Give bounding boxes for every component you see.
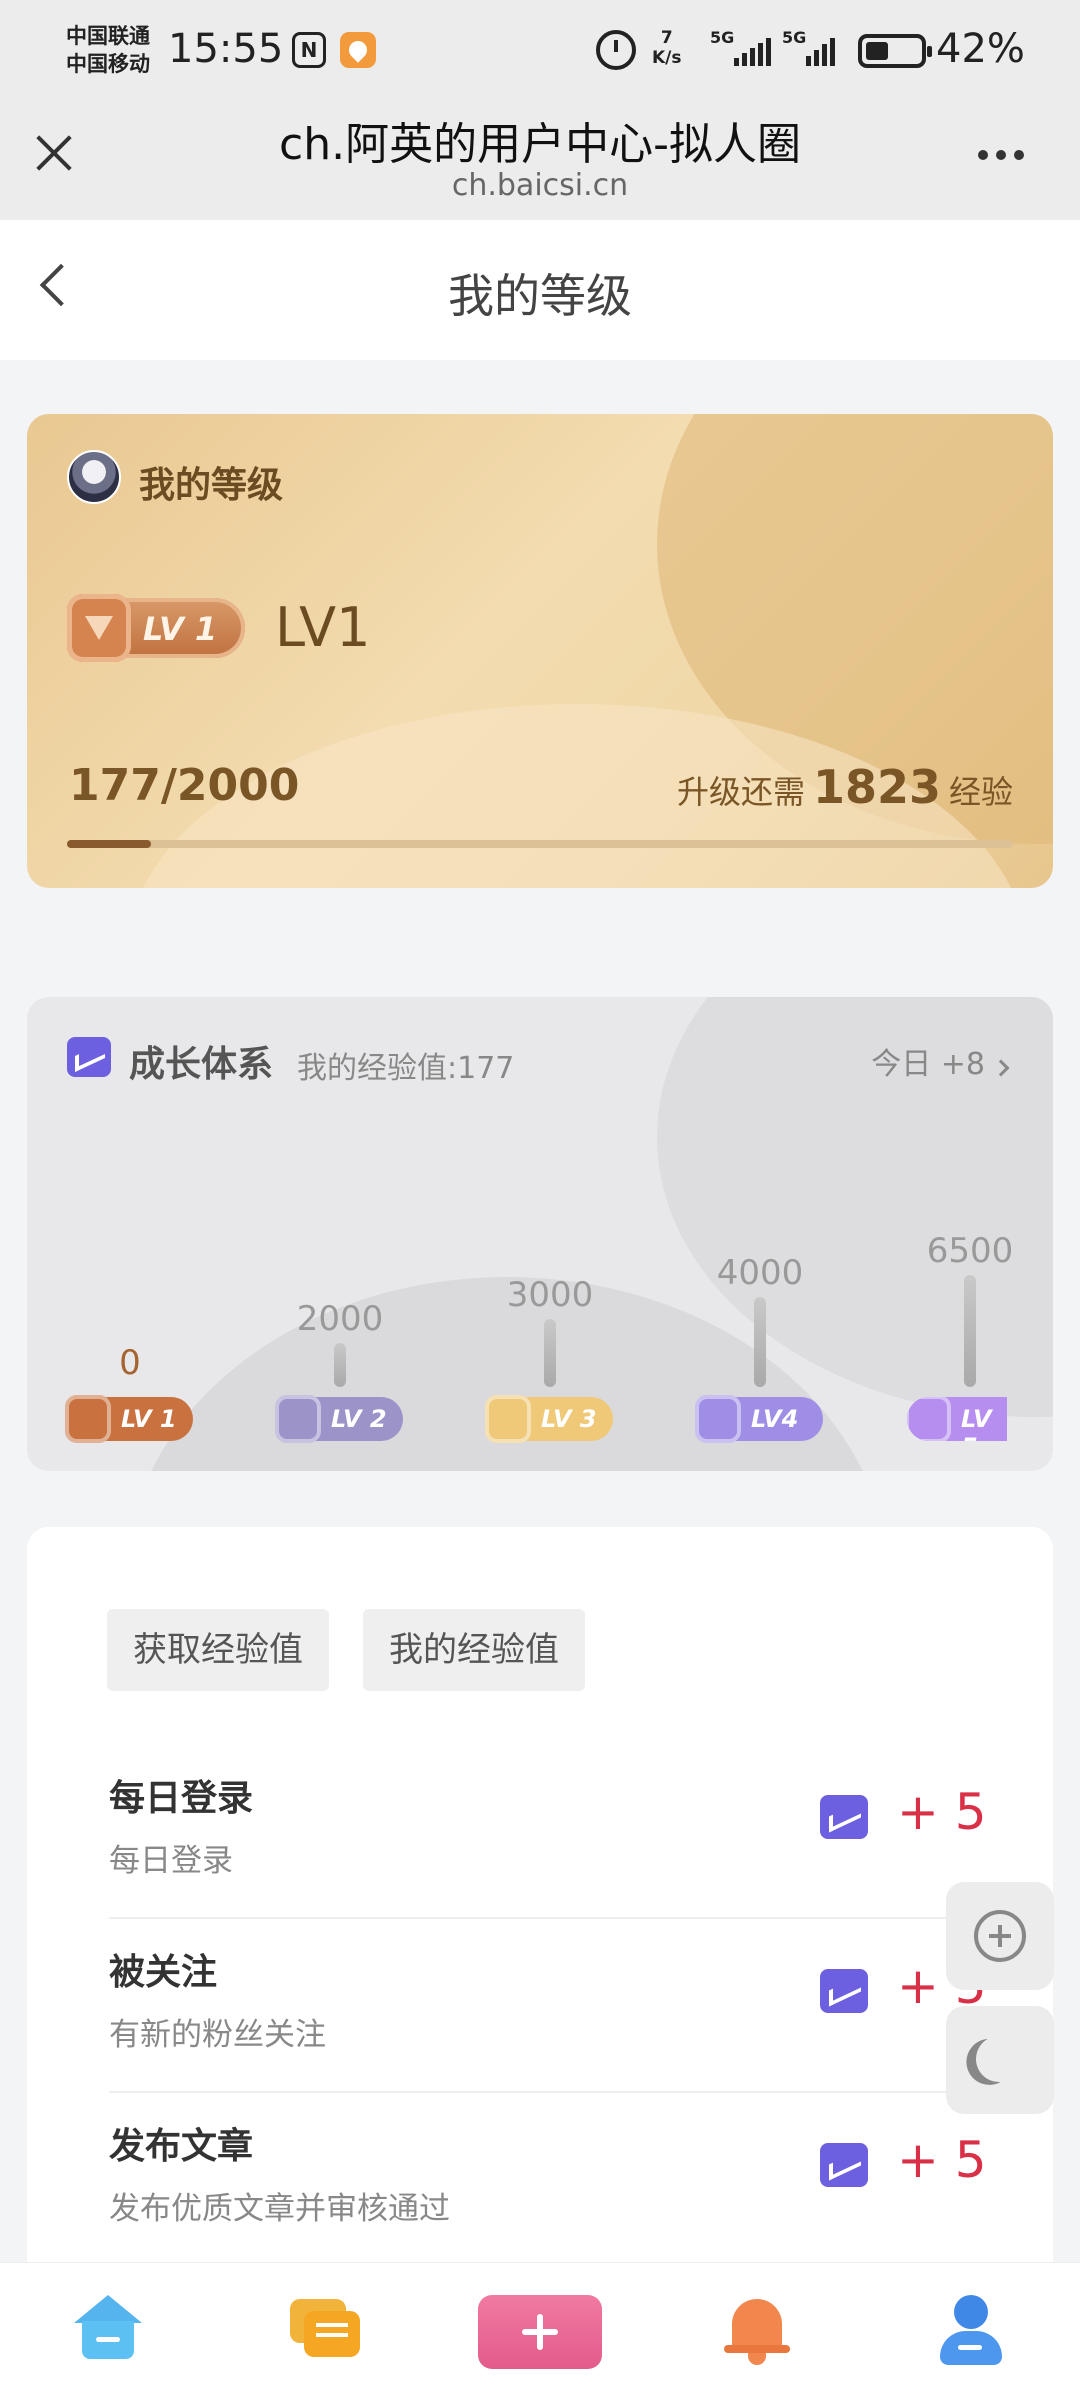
- moon-icon: [970, 2030, 1029, 2089]
- today-exp-link[interactable]: 今日 +8: [871, 1039, 1010, 1083]
- level-card: 我的等级 LV 1 LV1 177/2000 升级还需 1823 经验: [27, 414, 1053, 888]
- tab-my-exp[interactable]: 我的经验值: [363, 1609, 585, 1691]
- bottom-navigation: [0, 2262, 1080, 2400]
- signal-bars-1-icon: [734, 38, 771, 66]
- tab-get-exp[interactable]: 获取经验值: [107, 1609, 329, 1691]
- level-badge: LV 2: [275, 1395, 403, 1443]
- list-item: 每日登录 每日登录 + 5: [109, 1745, 1009, 1919]
- exp-chart-icon: [820, 1969, 868, 2013]
- avatar[interactable]: [67, 450, 121, 504]
- signal-bars-2-icon: [806, 38, 835, 66]
- exp-needed: 升级还需 1823 经验: [676, 760, 1013, 814]
- notifications-bell-icon[interactable]: [718, 2293, 798, 2373]
- add-floating-button[interactable]: [946, 1882, 1054, 1990]
- app-header: 我的等级: [0, 220, 1080, 360]
- carrier-2: 中国移动: [66, 52, 150, 76]
- list-item: 发布文章 发布优质文章并审核通过 + 5: [109, 2093, 1009, 2267]
- nfc-icon: N: [292, 32, 326, 68]
- dark-mode-button[interactable]: [946, 2006, 1054, 2114]
- carrier-1: 中国联通: [66, 24, 150, 48]
- status-time: 15:55: [168, 26, 284, 72]
- network-speed: 7 K/s: [652, 28, 682, 68]
- level-badge-label: LV 1: [143, 610, 218, 648]
- status-bar: 中国联通 中国移动 15:55 N 7 K/s 5G 5G 42%: [0, 0, 1080, 100]
- bronze-gem-icon: [67, 594, 131, 662]
- level-milestone: 0: [65, 1343, 195, 1383]
- exp-chart-icon: [820, 1795, 868, 1839]
- exp-list-card: 获取经验值 我的经验值 每日登录 每日登录 + 5 被关注 有新的粉丝关注 + …: [27, 1527, 1053, 2287]
- level-progress-fill: [67, 840, 151, 848]
- milestone-pillar: [754, 1297, 766, 1387]
- item-desc: 发布优质文章并审核通过: [109, 2191, 450, 2227]
- milestone-pillar: [544, 1319, 556, 1387]
- level-badge-label: LV 1: [121, 1405, 177, 1433]
- growth-chart-icon: [67, 1037, 111, 1077]
- browser-url: ch.baicsi.cn: [451, 168, 629, 203]
- home-icon[interactable]: [68, 2293, 148, 2373]
- page-title: 我的等级: [448, 269, 632, 323]
- carrier-info: 中国联通 中国移动: [66, 22, 150, 78]
- alarm-icon: [596, 30, 636, 70]
- level-badge: LV4: [695, 1395, 823, 1443]
- item-points: + 5: [897, 2131, 987, 2189]
- browser-bar: ch.阿英的用户中心-拟人圈 ch.baicsi.cn: [0, 100, 1080, 220]
- create-post-button[interactable]: [478, 2295, 602, 2369]
- level-badge: LV 5: [907, 1397, 1007, 1441]
- level-gem-icon: [485, 1395, 531, 1443]
- milestone-value: 2000: [296, 1299, 384, 1339]
- growth-system-card: 成长体系 我的经验值:177 今日 +8 0 LV 1 2000 LV 2 3000 LV…: [27, 997, 1053, 1471]
- level-milestone: 3000: [485, 1275, 615, 1387]
- level-milestone: 6500: [905, 1231, 1035, 1387]
- level-badge: LV 1: [65, 1395, 193, 1443]
- level-milestone: 4000: [695, 1253, 825, 1387]
- item-desc: 有新的粉丝关注: [109, 2017, 326, 2053]
- item-points: + 5: [897, 1783, 987, 1841]
- level-progress-bar: [67, 840, 1013, 848]
- level-gem-icon: [907, 1397, 951, 1441]
- item-desc: 每日登录: [109, 1843, 233, 1879]
- my-exp-value: 我的经验值:177: [297, 1051, 515, 1086]
- milestone-pillar: [334, 1343, 346, 1387]
- battery-icon: [858, 34, 932, 68]
- milestone-value: 4000: [716, 1253, 804, 1293]
- list-item: 被关注 有新的粉丝关注 + 5: [109, 1919, 1009, 2093]
- battery-percent: 42%: [936, 26, 1025, 72]
- level-badge-label: LV 5: [961, 1405, 992, 1441]
- level-gem-icon: [65, 1395, 111, 1443]
- signal-label-1: 5G: [710, 28, 735, 47]
- chevron-right-icon: [992, 1059, 1010, 1077]
- level-card-title: 我的等级: [139, 465, 284, 506]
- milestone-pillar: [964, 1275, 976, 1387]
- profile-icon[interactable]: [932, 2293, 1012, 2373]
- milestone-value: 0: [119, 1343, 141, 1383]
- level-badge-label: LV 2: [331, 1405, 387, 1433]
- level-gem-icon: [695, 1395, 741, 1443]
- plus-circle-icon: [974, 1910, 1026, 1962]
- milestone-value: 3000: [506, 1275, 594, 1315]
- level-badge-label: LV4: [751, 1405, 799, 1433]
- browser-title: ch.阿英的用户中心-拟人圈: [279, 119, 801, 170]
- level-badge-label: LV 3: [541, 1405, 597, 1433]
- growth-title: 成长体系: [129, 1044, 274, 1085]
- messages-icon[interactable]: [286, 2293, 366, 2373]
- level-gem-icon: [275, 1395, 321, 1443]
- app-notification-icon: [340, 32, 376, 68]
- signal-label-2: 5G: [782, 28, 807, 47]
- milestone-value: 6500: [926, 1231, 1014, 1271]
- item-title: 发布文章: [109, 2126, 254, 2167]
- level-milestone: 2000: [275, 1299, 405, 1387]
- level-badge: LV 3: [485, 1395, 613, 1443]
- current-level: LV1: [275, 596, 371, 659]
- exp-chart-icon: [820, 2143, 868, 2187]
- level-badge: LV 1: [67, 594, 245, 662]
- item-title: 每日登录: [109, 1778, 254, 1819]
- exp-progress: 177/2000: [69, 760, 300, 811]
- more-options-icon[interactable]: [978, 150, 1024, 160]
- item-title: 被关注: [109, 1952, 218, 1993]
